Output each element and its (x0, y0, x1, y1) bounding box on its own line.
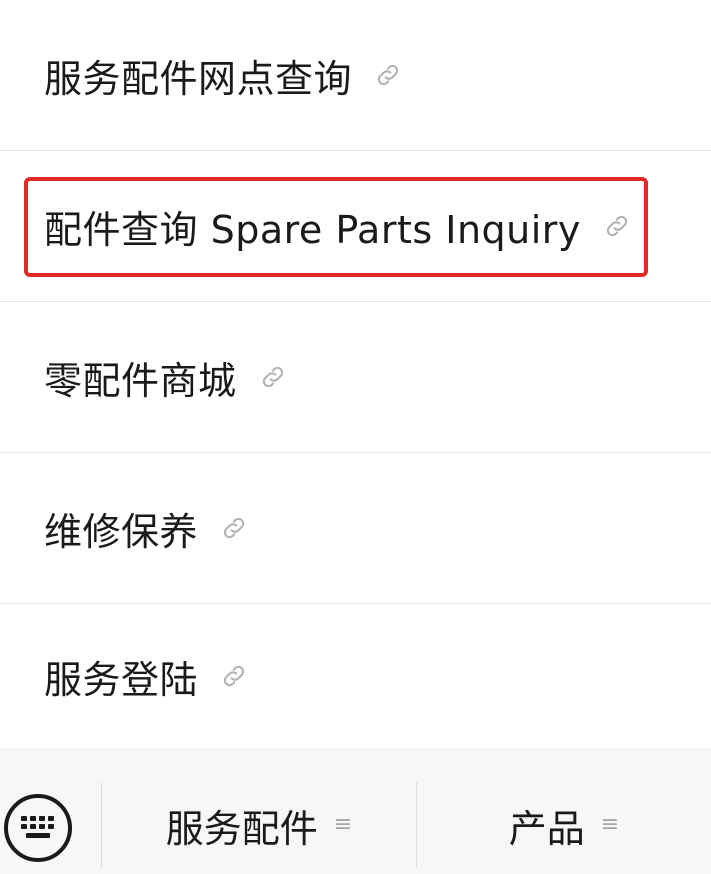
keyboard-toggle-button[interactable] (2, 792, 74, 864)
popup-menu: 服务配件网点查询 配件查询 Spare Parts Inquiry 零配件商城 … (0, 0, 711, 748)
menu-item-spare-parts-inquiry[interactable]: 配件查询 Spare Parts Inquiry (0, 151, 711, 302)
menu-lines-icon: ≡ (333, 812, 353, 837)
menu-item-service-parts-outlet-query[interactable]: 服务配件网点查询 (0, 0, 711, 151)
menu-item-label: 零配件商城 (44, 358, 237, 403)
menu-item-maintenance[interactable]: 维修保养 (0, 453, 711, 604)
menu-lines-icon: ≡ (600, 812, 620, 837)
link-icon (259, 363, 287, 391)
menu-item-service-login[interactable]: 服务登陆 (0, 604, 711, 748)
keyboard-icon (4, 794, 72, 862)
link-icon (603, 212, 631, 240)
menu-item-label: 配件查询 Spare Parts Inquiry (44, 207, 581, 252)
menu-item-label: 服务登陆 (44, 657, 199, 702)
link-icon (220, 662, 248, 690)
menu-item-label: 服务配件网点查询 (44, 56, 353, 101)
menu-item-parts-mall[interactable]: 零配件商城 (0, 302, 711, 453)
tab-label: 服务配件 (165, 806, 318, 851)
tab-label: 产品 (508, 806, 585, 851)
link-icon (220, 514, 248, 542)
tab-products[interactable]: 产品 ≡ (417, 782, 711, 868)
link-icon (374, 61, 402, 89)
menu-item-label: 维修保养 (44, 509, 199, 554)
tab-service-parts[interactable]: 服务配件 ≡ (102, 782, 416, 868)
